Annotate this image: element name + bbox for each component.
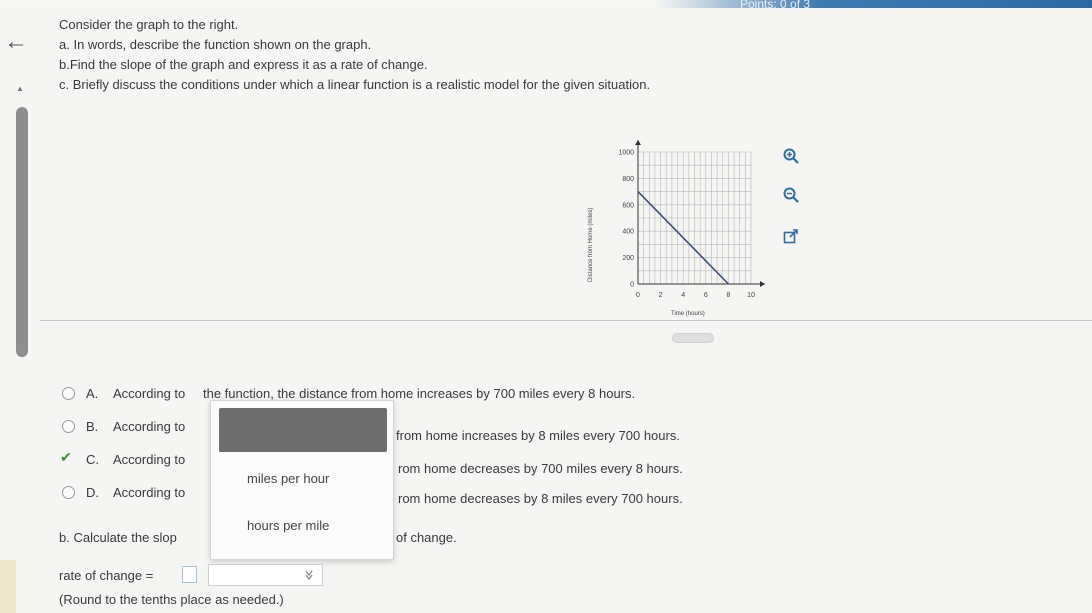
rounding-hint: (Round to the tenths place as needed.)	[59, 592, 284, 607]
graph: 0 2 4 6 8 10 0 200 400 600 800 1000 Distance from H…	[588, 140, 765, 317]
top-bar	[0, 0, 1092, 8]
option-b-letter: B.	[86, 419, 99, 434]
option-d-letter: D.	[86, 485, 99, 500]
y-tick-label: 400	[622, 229, 634, 236]
part-b-prompt-start: b. Calculate the slop	[59, 530, 177, 545]
y-tick-label: 0	[630, 282, 634, 289]
external-link-icon	[783, 229, 798, 244]
section-divider	[40, 320, 1092, 321]
option-a-prefix[interactable]: According to	[113, 386, 185, 401]
x-tick-label: 0	[636, 292, 640, 299]
y-tick-label: 800	[622, 176, 634, 183]
option-a-letter: A.	[86, 386, 99, 401]
x-tick-label: 8	[726, 292, 730, 299]
scroll-up-icon[interactable]: ▲	[16, 84, 24, 93]
option-a-text[interactable]: the function, the distance from home inc…	[203, 386, 635, 401]
chevron-down-icon	[305, 570, 313, 581]
x-axis-arrow	[760, 281, 765, 287]
question-part-c: c. Briefly discuss the conditions under …	[59, 77, 651, 92]
dropdown-highlighted-item[interactable]	[219, 408, 387, 452]
radio-option-b[interactable]	[62, 420, 75, 433]
y-axis-label: Distance from Home (miles)	[588, 208, 594, 282]
zoom-in-button[interactable]	[780, 145, 802, 167]
option-b-text[interactable]: from home increases by 8 miles every 700…	[396, 428, 680, 443]
option-d-text[interactable]: rom home decreases by 8 miles every 700 …	[398, 491, 683, 506]
dropdown-item-miles-per-hour[interactable]: miles per hour	[247, 471, 329, 486]
popout-button[interactable]	[780, 226, 802, 248]
expand-handle[interactable]	[672, 333, 714, 343]
y-tick-label: 1000	[618, 150, 634, 157]
dropdown-item-hours-per-mile[interactable]: hours per mile	[247, 518, 329, 533]
tick-labels: 0 2 4 6 8 10 0 200 400 600 800 1000	[618, 150, 755, 300]
option-b-prefix[interactable]: According to	[113, 419, 185, 434]
radio-option-d[interactable]	[62, 486, 75, 499]
question-part-b: b.Find the slope of the graph and expres…	[59, 57, 428, 72]
zoom-out-button[interactable]	[780, 184, 802, 206]
question-part-a: a. In words, describe the function shown…	[59, 37, 372, 52]
x-tick-label: 10	[747, 292, 755, 299]
zoom-in-icon	[783, 148, 799, 164]
side-strip	[0, 560, 16, 613]
radio-option-a[interactable]	[62, 387, 75, 400]
option-c-text[interactable]: rom home decreases by 700 miles every 8 …	[398, 461, 683, 476]
units-dropdown-menu: miles per hour hours per mile	[210, 400, 394, 560]
points-indicator: Points: 0 of 3	[740, 0, 811, 11]
x-tick-label: 2	[659, 292, 663, 299]
y-axis-arrow	[635, 140, 641, 145]
part-b-prompt-end: of change.	[396, 530, 457, 545]
scrollbar-thumb[interactable]	[16, 107, 28, 357]
grid-lines	[637, 151, 752, 285]
rate-of-change-label: rate of change =	[59, 568, 154, 583]
y-tick-label: 600	[622, 202, 634, 209]
option-c-prefix[interactable]: According to	[113, 452, 185, 467]
zoom-out-icon	[783, 187, 799, 203]
y-tick-label: 200	[622, 255, 634, 262]
back-arrow-icon[interactable]: ←	[4, 28, 28, 56]
x-tick-label: 4	[681, 292, 685, 299]
question-intro: Consider the graph to the right.	[59, 17, 239, 32]
option-c-letter: C.	[86, 452, 99, 467]
units-dropdown[interactable]	[208, 564, 323, 586]
option-d-prefix[interactable]: According to	[113, 485, 185, 500]
x-tick-label: 6	[704, 292, 708, 299]
x-axis-label: Time (hours)	[671, 311, 705, 317]
checkmark-icon: ✔	[60, 449, 72, 465]
rate-input[interactable]	[182, 566, 197, 583]
